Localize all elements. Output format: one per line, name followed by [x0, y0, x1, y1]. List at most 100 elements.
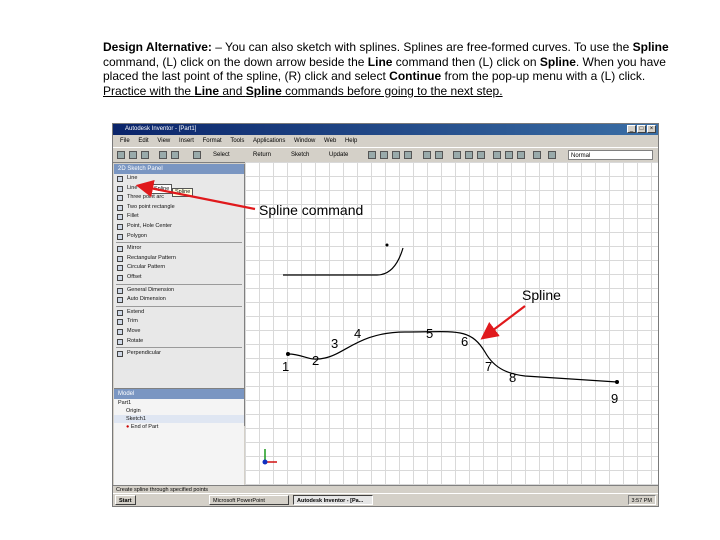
- update-button[interactable]: Update: [329, 150, 348, 160]
- panel-item-label: Extend: [127, 308, 145, 315]
- maximize-icon[interactable]: □: [637, 125, 646, 133]
- instructions-line-2: Line: [194, 83, 220, 98]
- menu-edit[interactable]: Edit: [138, 138, 148, 144]
- instructions-u-1: Practice with the: [103, 83, 195, 98]
- menu-format[interactable]: Format: [203, 138, 222, 144]
- arc-icon: [117, 195, 123, 202]
- taskbar-powerpoint[interactable]: Microsoft PowerPoint: [209, 495, 289, 505]
- new-icon[interactable]: [117, 151, 125, 159]
- panel-item-mirror[interactable]: Mirror: [114, 244, 244, 254]
- circular-pattern-icon: [117, 265, 123, 272]
- undo-icon[interactable]: [193, 151, 201, 159]
- panel-item-circular-pattern[interactable]: Circular Pattern: [114, 263, 244, 273]
- panel-item-label: Trim: [127, 318, 138, 325]
- menu-web[interactable]: Web: [324, 138, 336, 144]
- menu-window[interactable]: Window: [294, 138, 315, 144]
- minimize-icon[interactable]: _: [627, 125, 636, 133]
- return-button[interactable]: Return: [253, 150, 271, 160]
- instructions-spline-2: Spline: [539, 54, 576, 69]
- browser-item-end-of-part[interactable]: ● End of Part: [114, 423, 244, 431]
- pan-icon[interactable]: [404, 151, 412, 159]
- browser-item-part[interactable]: Part1: [114, 399, 244, 407]
- menu-help[interactable]: Help: [345, 138, 357, 144]
- select-button[interactable]: Select: [213, 150, 230, 160]
- sketch-button[interactable]: Sketch: [291, 150, 309, 160]
- panel-item-rotate[interactable]: Rotate: [114, 337, 244, 347]
- panel-item-auto-dimension[interactable]: Auto Dimension: [114, 295, 244, 305]
- spline-command-label: Spline command: [259, 202, 364, 218]
- copy-icon[interactable]: [171, 151, 179, 159]
- panel-item-label: Auto Dimension: [127, 296, 166, 303]
- panel-item-fillet[interactable]: Fillet: [114, 212, 244, 222]
- menu-tools[interactable]: Tools: [230, 138, 244, 144]
- style-icon[interactable]: [548, 151, 556, 159]
- hidden-edge-icon[interactable]: [465, 151, 473, 159]
- panel-item-perpendicular[interactable]: Perpendicular: [114, 349, 244, 359]
- panel-divider: [116, 283, 242, 285]
- style-dropdown[interactable]: Normal: [568, 150, 653, 160]
- sketch-panel-header[interactable]: 2D Sketch Panel: [114, 164, 244, 174]
- panel-item-label: Fillet: [127, 213, 139, 220]
- panel-item-label: Mirror: [127, 245, 142, 252]
- menu-applications[interactable]: Applications: [253, 138, 285, 144]
- menu-insert[interactable]: Insert: [179, 138, 194, 144]
- inventor-window: Autodesk Inventor - [Part1] _ □ × File E…: [112, 123, 659, 507]
- save-icon[interactable]: [141, 151, 149, 159]
- panel-item-offset[interactable]: Offset: [114, 273, 244, 283]
- taskbar-inventor[interactable]: Autodesk Inventor - [Pa...: [293, 495, 373, 505]
- panel-item-polygon[interactable]: Polygon: [114, 232, 244, 242]
- offset-icon: [117, 274, 123, 281]
- panel-item-label: Rectangular Pattern: [127, 254, 176, 261]
- taskbar-clock: 3:57 PM: [627, 495, 656, 505]
- cut-icon[interactable]: [159, 151, 167, 159]
- point-label-7: 7: [485, 359, 493, 374]
- start-button[interactable]: Start: [115, 495, 136, 505]
- help-icon[interactable]: [533, 151, 541, 159]
- color-icon[interactable]: [493, 151, 501, 159]
- panel-item-label: Point, Hole Center: [127, 222, 172, 229]
- rotate-tool-icon: [117, 338, 123, 345]
- browser-item-sketch[interactable]: Sketch1: [114, 415, 244, 423]
- panel-item-two-point-rectangle[interactable]: Two point rectangle: [114, 203, 244, 213]
- zoom-icon[interactable]: [392, 151, 400, 159]
- panel-item-three-point-arc[interactable]: Three point arc: [114, 193, 244, 203]
- close-icon[interactable]: ×: [647, 125, 656, 133]
- panel-item-label: Line: [127, 175, 138, 181]
- dimension-icon: [117, 287, 123, 294]
- ground-shadow-icon[interactable]: [505, 151, 513, 159]
- panel-item-label: Polygon: [127, 232, 147, 239]
- menu-file[interactable]: File: [120, 138, 130, 144]
- panel-item-line-dropdown[interactable]: Line Spline Spline: [114, 183, 244, 197]
- panel-item-trim[interactable]: Trim: [114, 317, 244, 327]
- menu-view[interactable]: View: [157, 138, 170, 144]
- point-label-6: 6: [461, 334, 469, 349]
- zoom-all-icon[interactable]: [368, 151, 376, 159]
- instructions-text-1: – You can also sketch with splines. Spli…: [211, 40, 633, 54]
- instructions-spline-1: Spline: [632, 40, 669, 54]
- spline-label: Spline: [522, 287, 561, 303]
- perpendicular-icon: [117, 351, 123, 358]
- zoom-window-icon[interactable]: [380, 151, 388, 159]
- open-icon[interactable]: [129, 151, 137, 159]
- model-browser-header[interactable]: Model: [114, 389, 244, 399]
- wireframe-icon[interactable]: [477, 151, 485, 159]
- panel-item-label: Two point rectangle: [127, 203, 175, 210]
- panel-item-rectangular-pattern[interactable]: Rectangular Pattern: [114, 254, 244, 264]
- rotate-icon[interactable]: [435, 151, 443, 159]
- window-controls: _ □ ×: [627, 125, 656, 133]
- shaded-display-icon[interactable]: [453, 151, 461, 159]
- instructions-continue: Continue: [389, 69, 442, 83]
- browser-item-origin[interactable]: Origin: [114, 407, 244, 415]
- panel-item-extend[interactable]: Extend: [114, 308, 244, 318]
- instructions-text-2: command, (L) click on the down arrow bes…: [103, 54, 368, 69]
- panel-item-line[interactable]: Line: [114, 174, 244, 184]
- camera-icon[interactable]: [517, 151, 525, 159]
- panel-item-general-dimension[interactable]: General Dimension: [114, 286, 244, 296]
- panel-item-move[interactable]: Move: [114, 327, 244, 337]
- panel-item-point-hole-center[interactable]: Point, Hole Center: [114, 222, 244, 232]
- look-at-icon[interactable]: [423, 151, 431, 159]
- point-label-5: 5: [426, 326, 434, 341]
- move-icon: [117, 328, 123, 335]
- window-title: Autodesk Inventor - [Part1]: [125, 126, 197, 132]
- spline-tooltip[interactable]: Spline: [151, 183, 173, 194]
